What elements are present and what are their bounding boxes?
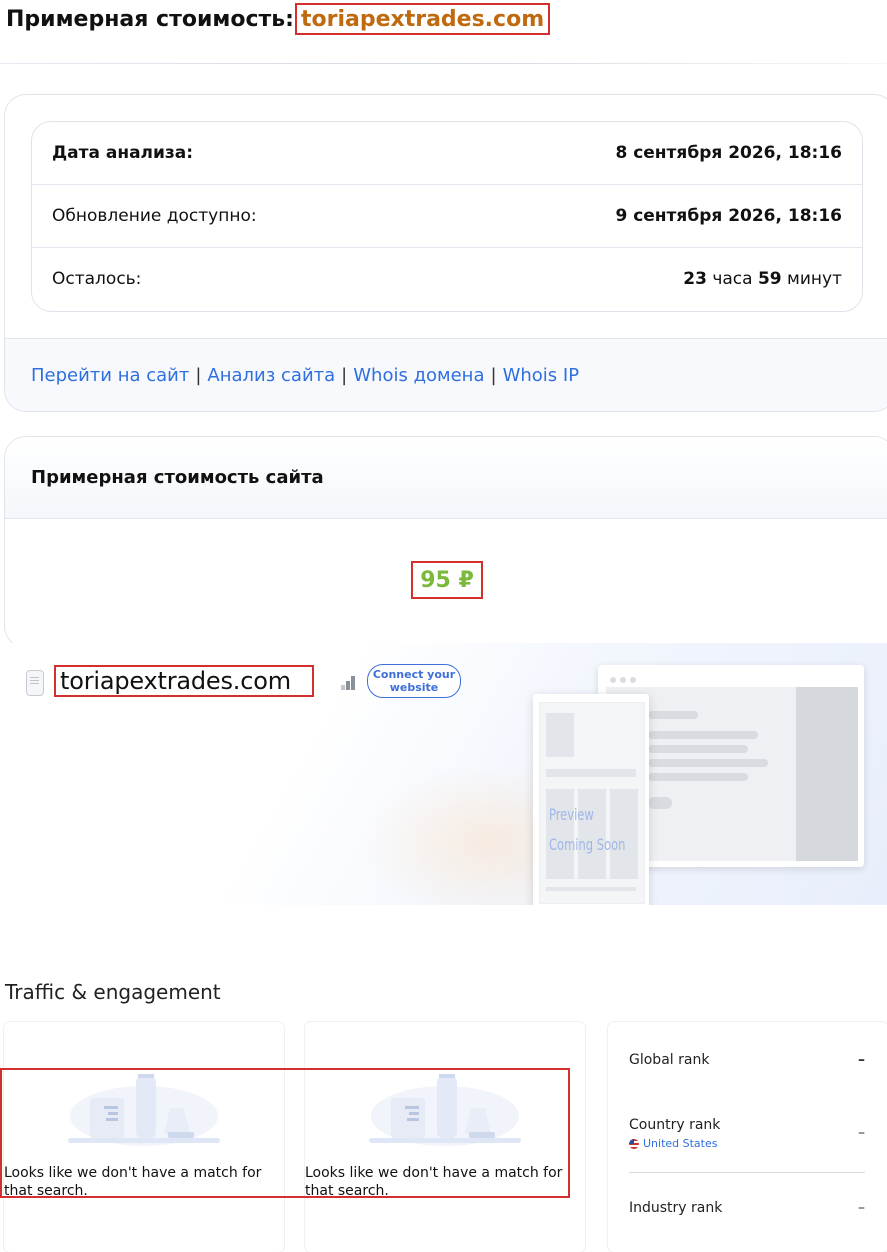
remaining-row: Осталось: 23 часа 59 минут	[32, 247, 862, 309]
industry-rank-row: Industry rank –	[629, 1200, 865, 1216]
country-rank-row: Country rank –	[629, 1117, 865, 1141]
remaining-hours: 23	[683, 268, 707, 289]
preview-coming-soon: Preview Coming Soon	[549, 800, 625, 860]
remaining-value: 23 часа 59 минут	[683, 269, 842, 289]
link-domain-whois[interactable]: Whois домена	[353, 365, 484, 386]
analysis-date-value: 8 сентября 2026, 18:16	[615, 143, 842, 163]
valuation-card: Примерная стоимость сайта 95 ₽	[4, 436, 887, 648]
country-rank-country[interactable]: United States	[629, 1137, 718, 1150]
empty-state-highlight	[0, 1068, 570, 1198]
remaining-minutes: 59	[757, 268, 782, 289]
update-available-label: Обновление доступно:	[52, 205, 257, 226]
connect-website-button[interactable]: Connect your website	[367, 664, 461, 698]
global-rank-row: Global rank –	[629, 1052, 865, 1068]
title-row: Примерная стоимость: toriapextrades.com	[6, 2, 551, 36]
link-go-to-site[interactable]: Перейти на сайт	[31, 365, 189, 386]
remaining-label: Осталось:	[52, 268, 142, 289]
country-name: United States	[643, 1137, 718, 1150]
remaining-hours-unit: часа	[712, 268, 753, 289]
global-rank-value: –	[858, 1052, 865, 1068]
hero-domain: toriapextrades.com	[60, 667, 291, 695]
mobile-preview: Preview Coming Soon	[533, 694, 649, 905]
country-rank-label: Country rank	[629, 1117, 721, 1133]
price-highlight: 95 ₽	[411, 561, 483, 599]
link-separator: |	[195, 364, 202, 386]
analysis-card: Дата анализа: 8 сентября 2026, 18:16 Обн…	[4, 94, 887, 412]
price-value: 95 ₽	[420, 567, 474, 593]
industry-rank-label: Industry rank	[629, 1200, 723, 1216]
traffic-title: Traffic & engagement	[5, 980, 221, 1004]
valuation-title: Примерная стоимость сайта	[5, 437, 887, 519]
link-ip-whois[interactable]: Whois IP	[503, 365, 579, 386]
link-separator: |	[341, 364, 348, 386]
preview-text-line2: Coming Soon	[549, 835, 626, 854]
domain-title: toriapextrades.com	[300, 6, 545, 32]
hero-domain-highlight: toriapextrades.com	[54, 665, 314, 697]
site-links: Перейти на сайт | Анализ сайта | Whois д…	[5, 338, 887, 411]
site-hero: toriapextrades.com Connect your website	[0, 643, 887, 905]
link-site-analysis[interactable]: Анализ сайта	[207, 365, 335, 386]
analysis-date-row: Дата анализа: 8 сентября 2026, 18:16	[32, 122, 862, 184]
file-icon	[26, 670, 44, 696]
global-rank-label: Global rank	[629, 1052, 710, 1068]
divider	[0, 63, 887, 64]
rank-divider	[629, 1172, 865, 1173]
page-title: Примерная стоимость:	[6, 6, 294, 32]
analysis-date-label: Дата анализа:	[52, 143, 194, 163]
preview-text-line1: Preview	[549, 805, 594, 824]
domain-highlight: toriapextrades.com	[294, 3, 551, 35]
analysis-table: Дата анализа: 8 сентября 2026, 18:16 Обн…	[31, 121, 863, 312]
update-available-row: Обновление доступно: 9 сентября 2026, 18…	[32, 184, 862, 246]
link-separator: |	[490, 364, 497, 386]
industry-rank-value: –	[858, 1200, 865, 1216]
us-flag-icon	[629, 1138, 639, 1149]
update-available-value: 9 сентября 2026, 18:16	[615, 205, 842, 226]
signal-bars-icon	[341, 676, 357, 690]
remaining-minutes-unit: минут	[787, 268, 842, 289]
country-rank-value: –	[858, 1125, 865, 1141]
